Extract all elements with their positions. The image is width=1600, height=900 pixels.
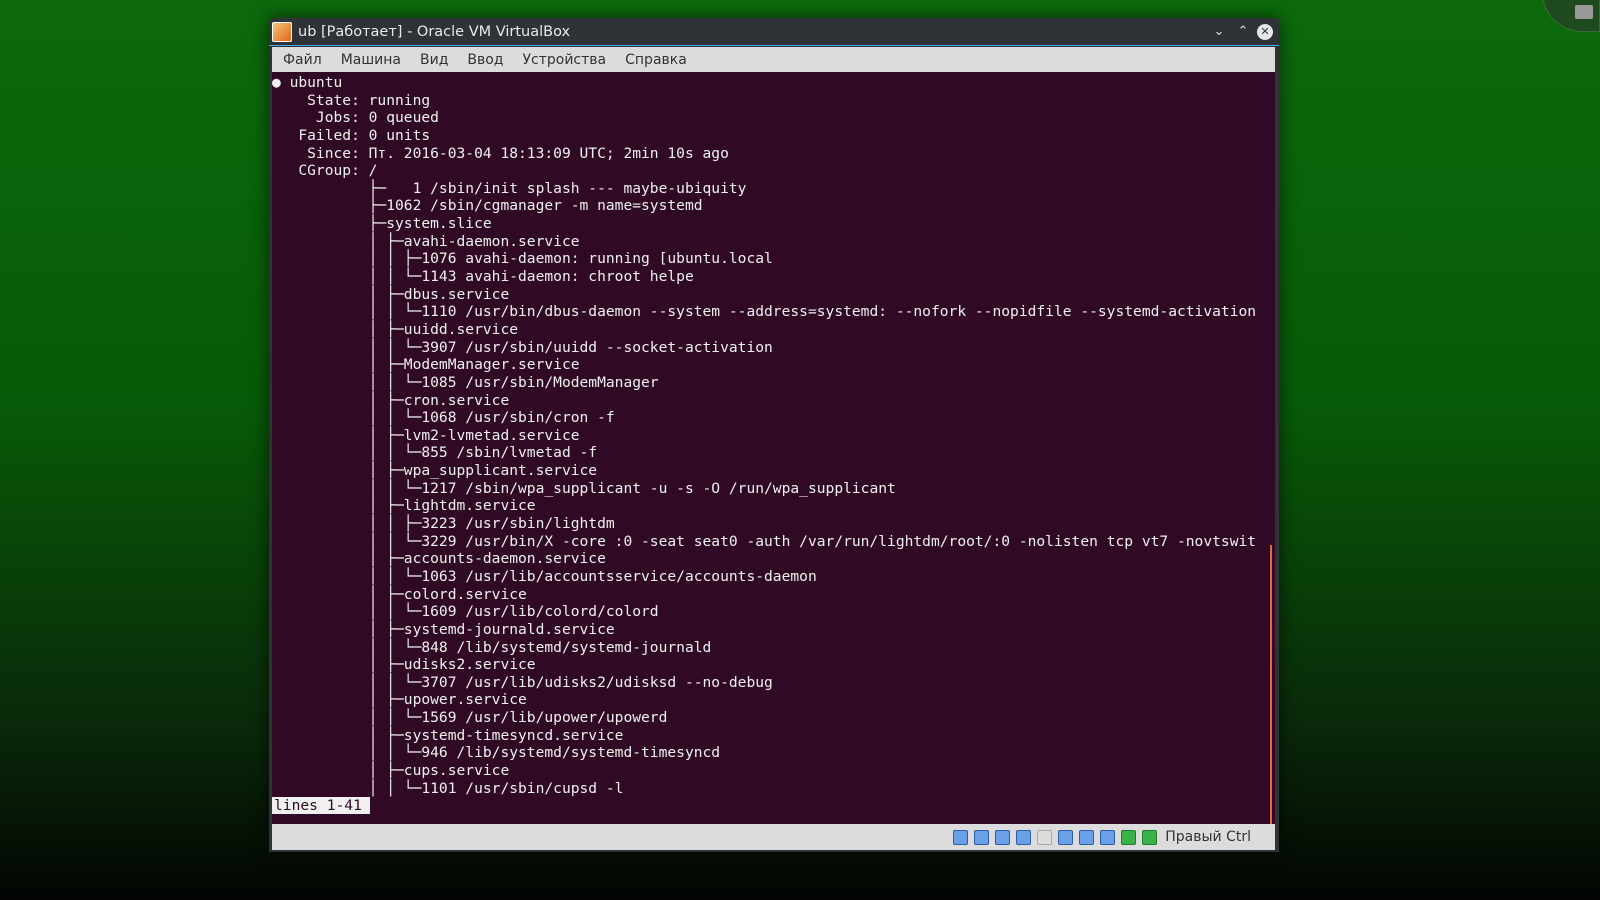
minimize-button[interactable]: ⌄ [1207, 24, 1231, 39]
terminal-line: State: running [272, 91, 431, 109]
hard-disk-icon[interactable] [953, 829, 969, 845]
terminal-line: │ ├─cups.service [272, 761, 510, 779]
terminal-line: │ │ ├─3223 /usr/sbin/lightdm [272, 515, 615, 533]
maximize-button[interactable]: ⌃ [1231, 24, 1255, 39]
terminal-line: │ │ └─1085 /usr/sbin/ModemManager [272, 373, 659, 391]
terminal-line: │ │ └─1569 /usr/lib/upower/upowerd [272, 709, 668, 727]
terminal-line: │ │ ├─1076 avahi-daemon: running [ubuntu… [272, 250, 773, 268]
download-icon[interactable] [1142, 829, 1158, 845]
network-icon[interactable] [1058, 829, 1074, 845]
terminal-line: │ │ └─855 /sbin/lvmetad -f [272, 444, 598, 462]
terminal-line: │ ├─avahi-daemon.service [272, 232, 580, 250]
terminal-line: │ ├─lightdm.service [272, 497, 536, 515]
terminal-line: │ ├─lvm2-lvmetad.service [272, 426, 580, 444]
terminal-line: │ ├─dbus.service [272, 285, 510, 303]
terminal-line: ├─system.slice [272, 215, 492, 233]
terminal-line: Failed: 0 units [272, 126, 431, 144]
terminal-line: │ ├─upower.service [272, 691, 527, 709]
desktop-corner-button[interactable] [1542, 0, 1600, 32]
menu-help[interactable]: Справка [625, 52, 687, 68]
mouse-integration-icon[interactable] [1121, 829, 1137, 845]
virtualbox-icon [272, 21, 292, 42]
terminal-line: │ │ └─3907 /usr/sbin/uuidd --socket-acti… [272, 338, 773, 356]
terminal-line: CGroup: / [272, 162, 378, 180]
menu-machine[interactable]: Машина [341, 52, 401, 68]
terminal-line: │ │ └─1143 avahi-daemon: chroot helpe [272, 268, 694, 286]
window-title: ub [Работает] - Oracle VM VirtualBox [298, 23, 571, 40]
terminal-line: │ ├─accounts-daemon.service [272, 550, 606, 568]
terminal-line: │ │ └─1217 /sbin/wpa_supplicant -u -s -O… [272, 479, 896, 497]
optical-disk-icon[interactable] [974, 829, 990, 845]
host-key-label: Правый Ctrl [1165, 829, 1251, 845]
terminal-line: │ ├─wpa_supplicant.service [272, 462, 598, 480]
terminal-line: │ ├─colord.service [272, 585, 527, 603]
menu-file[interactable]: Файл [283, 52, 322, 68]
pager-status: lines 1-41 [272, 797, 370, 814]
terminal-line: │ ├─systemd-timesyncd.service [272, 726, 624, 744]
terminal-line: │ ├─uuidd.service [272, 320, 519, 338]
terminal-line: │ ├─udisks2.service [272, 656, 536, 674]
terminal-line: │ ├─cron.service [272, 391, 510, 409]
close-button[interactable]: ✕ [1257, 23, 1273, 40]
status-bar: Правый Ctrl [272, 824, 1275, 850]
terminal-line: │ ├─systemd-journald.service [272, 620, 615, 638]
terminal-line: │ │ └─1101 /usr/sbin/cupsd -l [272, 779, 624, 797]
usb-icon[interactable] [995, 829, 1011, 845]
terminal-line: Since: Пт. 2016-03-04 18:13:09 UTC; 2min… [272, 144, 729, 162]
shared-folder-icon[interactable] [1016, 829, 1032, 845]
terminal-line: Jobs: 0 queued [272, 109, 439, 127]
terminal-line: │ │ └─1068 /usr/sbin/cron -f [272, 409, 615, 427]
terminal-line: ├─ 1 /sbin/init splash --- maybe-ubiquit… [272, 179, 747, 197]
cpu-icon[interactable] [1100, 829, 1116, 845]
terminal-line: │ ├─ModemManager.service [272, 356, 580, 374]
menu-devices[interactable]: Устройства [523, 52, 607, 68]
title-bar[interactable]: ub [Работает] - Oracle VM VirtualBox ⌄ ⌃… [269, 18, 1279, 46]
menu-input[interactable]: Ввод [467, 52, 503, 68]
video-capture-icon[interactable] [1079, 829, 1095, 845]
terminal-line: │ │ └─946 /lib/systemd/systemd-timesyncd [272, 744, 721, 762]
display-icon[interactable] [1037, 829, 1053, 845]
terminal-line: ├─1062 /sbin/cgmanager -m name=systemd [272, 197, 703, 215]
menu-view[interactable]: Вид [420, 52, 448, 68]
terminal-line: │ │ └─3229 /usr/bin/X -core :0 -seat sea… [272, 532, 1257, 550]
terminal-line: │ │ └─3707 /usr/lib/udisks2/udisksd --no… [272, 673, 773, 691]
scrollbar[interactable] [1270, 545, 1272, 824]
terminal-line: │ │ └─848 /lib/systemd/systemd-journald [272, 638, 712, 656]
menu-icon [1575, 5, 1593, 19]
virtualbox-window: ub [Работает] - Oracle VM VirtualBox ⌄ ⌃… [269, 18, 1279, 852]
terminal-line: │ │ └─1110 /usr/bin/dbus-daemon --system… [272, 303, 1257, 321]
terminal-line: │ │ └─1609 /usr/lib/colord/colord [272, 603, 659, 621]
vm-console[interactable]: ● ubuntu State: running Jobs: 0 queued F… [272, 72, 1275, 824]
terminal-line: ● ubuntu [272, 74, 343, 91]
terminal-line: │ │ └─1063 /usr/lib/accountsservice/acco… [272, 567, 817, 585]
menu-bar: Файл Машина Вид Ввод Устройства Справка [272, 47, 1275, 72]
